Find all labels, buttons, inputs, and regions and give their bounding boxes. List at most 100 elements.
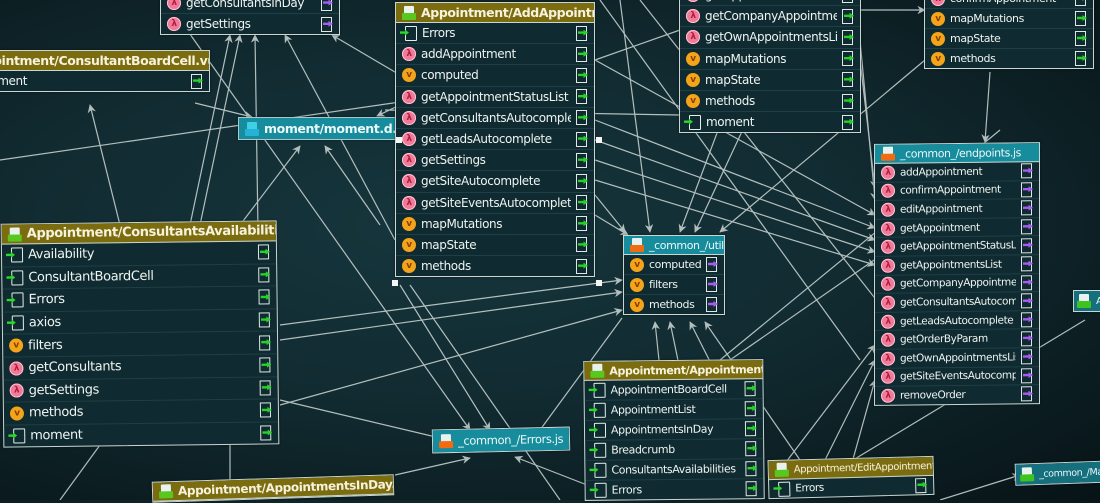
node-row[interactable]: confirmAppointment	[875, 180, 1039, 202]
node-row[interactable]: getConsultantsAutocomplete	[396, 108, 594, 129]
import-icon	[13, 428, 26, 444]
node-header[interactable]: _common_/Mapping	[1015, 461, 1100, 485]
node-errors-js[interactable]: _common_/Errors.js	[431, 426, 571, 454]
node-row[interactable]: computed	[624, 255, 724, 275]
node-row[interactable]: getConsultantsInDay	[161, 0, 339, 15]
node-header[interactable]: _common_/Errors.js	[432, 427, 570, 453]
node-row[interactable]: getAppointmentStatusList	[396, 87, 594, 108]
node-row[interactable]: getSiteEventsAutocomplete	[396, 193, 594, 214]
node-edit-appointment[interactable]: Appointment/EditAppointment.vue Errors	[767, 455, 935, 500]
node-row[interactable]: ConsultantsAvailabilities	[585, 459, 764, 481]
node-row[interactable]: methods	[624, 295, 724, 314]
node-right-edge-partial[interactable]: Ad	[1073, 290, 1100, 312]
node-row[interactable]: Errors	[2, 286, 277, 313]
row-label: mapMutations	[950, 12, 1024, 25]
node-row[interactable]: mapState	[680, 70, 860, 91]
vue-icon	[402, 68, 416, 83]
node-row[interactable]: moment	[0, 71, 209, 91]
selection-handle[interactable]	[392, 280, 398, 286]
export-icon	[842, 72, 853, 88]
node-row[interactable]: removeOrder	[875, 385, 1039, 404]
node-row[interactable]: getSettings	[3, 376, 278, 403]
node-row[interactable]: Availability	[1, 241, 277, 268]
export-icon	[1021, 182, 1032, 198]
node-row[interactable]: filters	[624, 275, 724, 295]
node-row[interactable]: getLeadsAutocomplete	[875, 310, 1039, 332]
node-top-left-partial[interactable]: getConsultantsInDay getSettings	[160, 0, 340, 36]
node-row[interactable]: getConsultants	[3, 354, 278, 381]
node-row[interactable]: computed	[396, 65, 594, 87]
node-header[interactable]: moment/moment.d.ts	[239, 118, 416, 139]
node-row[interactable]: editAppointment	[875, 199, 1039, 220]
node-row[interactable]: moment	[4, 422, 278, 447]
node-row[interactable]: getCompanyAppointmentsList	[680, 6, 860, 28]
node-header[interactable]: Ad	[1074, 291, 1100, 311]
node-header[interactable]: _common_/endpoints.js	[875, 143, 1039, 164]
node-row[interactable]: getSettings	[396, 150, 594, 172]
vue-icon	[402, 237, 416, 252]
node-header[interactable]: _common_/util.js	[624, 236, 724, 255]
node-row[interactable]: filters	[3, 331, 278, 358]
node-row[interactable]: getOwnAppointmentsList	[680, 27, 860, 49]
node-row[interactable]: Errors	[586, 479, 764, 500]
node-util-js[interactable]: _common_/util.js computed filters method…	[623, 235, 725, 315]
node-row[interactable]: addAppointment	[396, 44, 594, 66]
node-row[interactable]: getConsultantsAutocomplete	[875, 292, 1039, 313]
node-row[interactable]: getCompanyAppointmentsList	[875, 273, 1039, 295]
node-row[interactable]: Breadcrumb	[585, 439, 764, 461]
node-row[interactable]: getSiteEventsAutocomplete	[875, 366, 1039, 387]
node-row[interactable]: Errors	[396, 23, 594, 45]
node-consultant-board-cell[interactable]: Appointment/ConsultantBoardCell.vue mome…	[0, 50, 210, 93]
node-row[interactable]: addAppointment	[875, 162, 1039, 183]
node-row[interactable]: mapState	[925, 29, 1093, 49]
node-row[interactable]: methods	[396, 256, 594, 276]
vue-icon	[630, 297, 644, 312]
node-row[interactable]: getAppointmentStatusList	[875, 236, 1039, 257]
node-header[interactable]: Appointment/AddAppointment.vue	[396, 3, 594, 23]
node-row[interactable]: AppointmentBoardCell	[584, 379, 763, 401]
node-header[interactable]: Appointment/Appointment.vue	[584, 360, 763, 381]
node-row[interactable]: mapMutations	[680, 49, 860, 70]
node-add-appointment[interactable]: Appointment/AddAppointment.vue Errors ad…	[395, 2, 595, 278]
export-icon	[706, 277, 717, 292]
node-row[interactable]: mapState	[396, 235, 594, 257]
node-mapping-partial[interactable]: _common_/Mapping	[1014, 460, 1100, 486]
node-row[interactable]: getAppointmentsList	[875, 255, 1039, 276]
node-row[interactable]: getOrderByParam	[875, 329, 1039, 350]
selection-handle[interactable]	[596, 280, 602, 286]
node-row[interactable]: axios	[2, 309, 277, 336]
edge	[279, 399, 441, 441]
node-row[interactable]: Errors	[769, 476, 933, 498]
node-row[interactable]: ConsultantBoardCell	[2, 263, 277, 290]
export-icon	[745, 461, 757, 477]
node-appointment-vue[interactable]: Appointment/Appointment.vue AppointmentB…	[583, 359, 765, 501]
node-consultants-availabilities[interactable]: Appointment/ConsultantsAvailabilities.vu…	[0, 220, 280, 449]
node-moment-dts[interactable]: moment/moment.d.ts	[238, 117, 417, 140]
edge	[394, 455, 471, 476]
node-row[interactable]: AppointmentsInDay	[584, 419, 764, 441]
selection-handle[interactable]	[396, 137, 402, 143]
node-row[interactable]: getAppointment	[875, 217, 1039, 239]
node-row[interactable]: methods	[3, 399, 279, 426]
node-endpoints-js[interactable]: _common_/endpoints.js addAppointment con…	[874, 142, 1040, 406]
node-row[interactable]: mapMutations	[925, 9, 1093, 29]
node-row[interactable]: getSiteAutocomplete	[396, 171, 594, 193]
node-row[interactable]: AppointmentList	[584, 399, 763, 421]
node-row[interactable]: getLeadsAutocomplete	[396, 129, 594, 151]
export-icon	[1021, 293, 1032, 309]
node-row[interactable]: confirmAppointment	[925, 0, 1093, 9]
node-row[interactable]: methods	[680, 91, 860, 113]
export-icon	[259, 335, 271, 351]
selection-handle[interactable]	[596, 137, 602, 143]
node-row[interactable]: moment	[680, 112, 860, 132]
node-title: _common_/Errors.js	[457, 431, 564, 448]
node-top-center-partial[interactable]: getAppointmentsList getCompanyAppointmen…	[679, 0, 861, 134]
row-label: Breadcrumb	[611, 442, 675, 457]
node-row[interactable]: getOwnAppointmentsList	[875, 348, 1039, 369]
node-header[interactable]: Appointment/ConsultantBoardCell.vue	[0, 51, 209, 71]
function-icon	[402, 195, 416, 210]
node-row[interactable]: mapMutations	[396, 214, 594, 235]
node-top-right-partial[interactable]: confirmAppointment mapMutations mapState…	[924, 0, 1094, 69]
node-row[interactable]: methods	[925, 49, 1093, 68]
node-row[interactable]: getSettings	[161, 14, 339, 34]
